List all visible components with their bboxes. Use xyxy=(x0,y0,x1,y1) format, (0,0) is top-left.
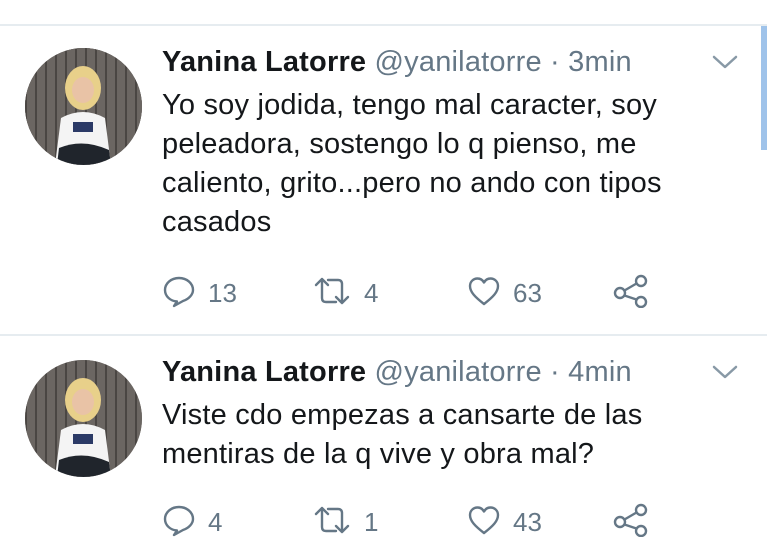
share-icon xyxy=(612,503,650,542)
timestamp[interactable]: 3min xyxy=(568,46,632,78)
share-button[interactable] xyxy=(612,273,650,313)
tweet-header: Yanina Latorre @yanilatorre · 4min xyxy=(162,354,632,390)
reply-count: 4 xyxy=(208,506,223,537)
like-button[interactable]: 43 xyxy=(467,502,542,542)
avatar[interactable] xyxy=(25,360,142,477)
previous-tweet-edge xyxy=(0,0,767,26)
like-button[interactable]: 63 xyxy=(467,273,542,313)
tweet-actions: 4 1 43 xyxy=(162,502,722,542)
tweet-text: Yo soy jodida, tengo mal caracter, soy p… xyxy=(162,89,662,238)
chevron-down-icon[interactable] xyxy=(711,52,739,72)
share-button[interactable] xyxy=(612,502,650,542)
tweet-text: Viste cdo empezas a cansarte de las ment… xyxy=(162,399,643,470)
retweet-button[interactable]: 4 xyxy=(312,273,378,313)
tweet[interactable]: Yanina Latorre @yanilatorre · 3min Yo so… xyxy=(0,26,767,334)
timestamp[interactable]: 4min xyxy=(568,356,632,388)
retweet-count: 4 xyxy=(364,277,379,308)
author-handle[interactable]: @yanilatorre xyxy=(375,46,542,78)
reply-icon xyxy=(162,274,196,313)
tweet-actions: 13 4 63 xyxy=(162,273,722,313)
author-name[interactable]: Yanina Latorre xyxy=(162,46,366,78)
separator-dot: · xyxy=(550,356,560,388)
author-name[interactable]: Yanina Latorre xyxy=(162,356,366,388)
retweet-icon xyxy=(312,503,352,542)
share-icon xyxy=(612,274,650,313)
author-handle[interactable]: @yanilatorre xyxy=(375,356,542,388)
retweet-icon xyxy=(312,274,352,313)
reply-button[interactable]: 4 xyxy=(162,502,222,542)
retweet-button[interactable]: 1 xyxy=(312,502,378,542)
chevron-down-icon[interactable] xyxy=(711,362,739,382)
avatar[interactable] xyxy=(25,48,142,165)
tweet-feed: Yanina Latorre @yanilatorre · 3min Yo so… xyxy=(0,0,767,554)
heart-icon xyxy=(467,275,501,312)
reply-count: 13 xyxy=(208,277,237,308)
like-count: 43 xyxy=(513,506,542,537)
heart-icon xyxy=(467,504,501,541)
reply-icon xyxy=(162,503,196,542)
retweet-count: 1 xyxy=(364,506,379,537)
tweet-header: Yanina Latorre @yanilatorre · 3min xyxy=(162,44,632,80)
reply-button[interactable]: 13 xyxy=(162,273,237,313)
separator-dot: · xyxy=(550,46,560,78)
tweet[interactable]: Yanina Latorre @yanilatorre · 4min Viste… xyxy=(0,336,767,554)
like-count: 63 xyxy=(513,277,542,308)
